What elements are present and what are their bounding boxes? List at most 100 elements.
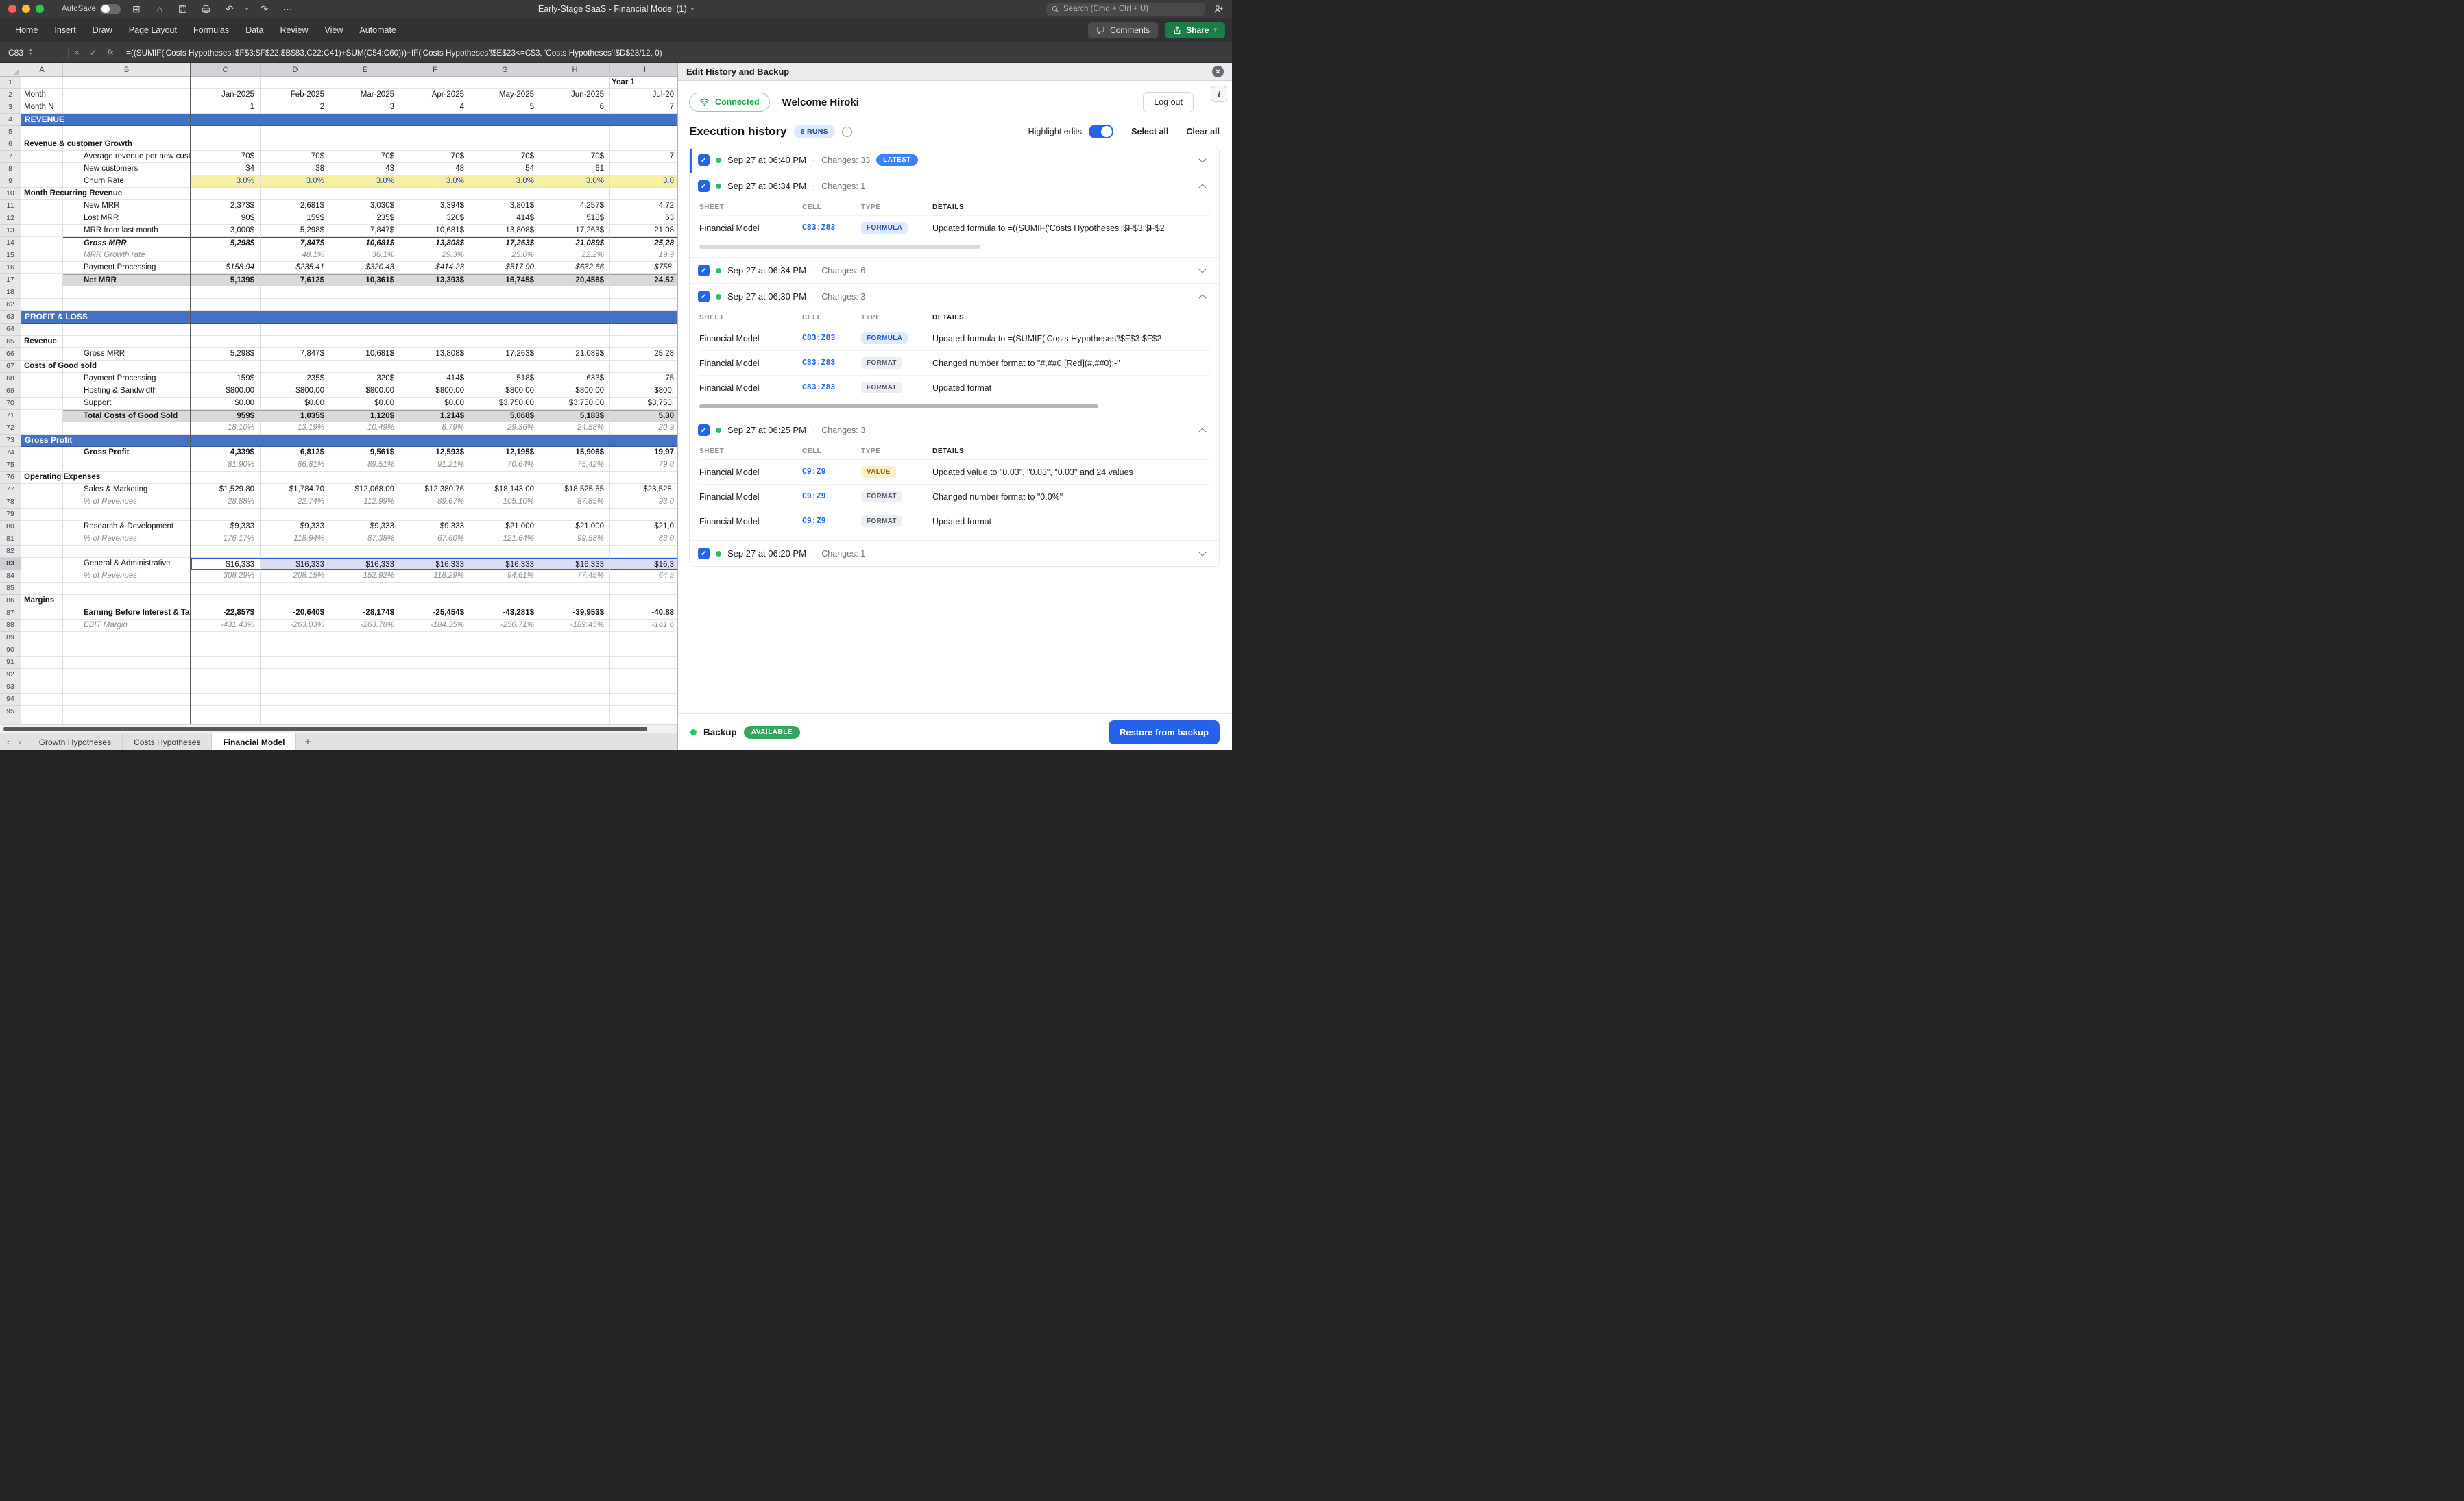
cell[interactable]: 12,195$ <box>470 447 540 459</box>
cell[interactable]: 75 <box>610 373 677 385</box>
cell[interactable] <box>21 200 63 212</box>
cell[interactable] <box>21 496 63 509</box>
run-checkbox[interactable]: ✓ <box>698 265 710 276</box>
cell[interactable] <box>21 718 63 724</box>
cell[interactable] <box>63 595 191 607</box>
sheet-nav-right-icon[interactable]: › <box>18 737 21 747</box>
cell[interactable]: 3,801$ <box>470 200 540 212</box>
cell[interactable] <box>21 681 63 694</box>
row-header-80[interactable]: 80 <box>0 521 21 533</box>
cell[interactable] <box>63 324 191 336</box>
cell[interactable] <box>21 274 63 286</box>
cell[interactable] <box>540 138 610 151</box>
cell[interactable]: 67.60% <box>400 533 470 546</box>
cell[interactable] <box>63 583 191 595</box>
cell[interactable]: 208.15% <box>261 570 330 583</box>
cell[interactable]: $3,750.00 <box>540 398 610 410</box>
cell[interactable]: 10,681$ <box>400 225 470 237</box>
cell[interactable] <box>400 324 470 336</box>
cell[interactable] <box>261 718 330 724</box>
cell[interactable]: $16,333 <box>191 558 261 570</box>
cell[interactable] <box>540 336 610 348</box>
cell[interactable] <box>21 373 63 385</box>
more-icon[interactable]: ⋯ <box>280 0 295 18</box>
cell[interactable]: 19.9 <box>610 249 677 262</box>
cell[interactable] <box>261 299 330 311</box>
cell[interactable]: $0.00 <box>330 398 400 410</box>
cell[interactable]: 118.29% <box>400 570 470 583</box>
cell[interactable]: Total Costs of Good Sold <box>63 410 191 422</box>
cell[interactable] <box>400 583 470 595</box>
document-title[interactable]: Early-Stage SaaS - Financial Model (1) ▾ <box>538 4 694 14</box>
column-header-d[interactable]: D <box>261 63 330 76</box>
save-icon[interactable] <box>176 5 191 14</box>
cell[interactable] <box>191 299 261 311</box>
cell[interactable]: Gross MRR <box>63 237 191 249</box>
column-header-c[interactable]: C <box>191 63 261 76</box>
cell[interactable]: Sales & Marketing <box>63 484 191 496</box>
cell[interactable] <box>261 669 330 681</box>
cell[interactable] <box>261 595 330 607</box>
cell[interactable]: $9,333 <box>261 521 330 533</box>
row-header-81[interactable]: 81 <box>0 533 21 546</box>
cell[interactable]: $414.23 <box>400 262 470 274</box>
entries-scrollbar[interactable] <box>699 245 980 249</box>
cell[interactable] <box>261 188 330 200</box>
cell[interactable]: Jan-2025 <box>191 89 261 101</box>
cell[interactable] <box>63 657 191 669</box>
cell[interactable]: 5,30 <box>610 410 677 422</box>
cell[interactable] <box>21 422 63 435</box>
cell[interactable]: $12,068.09 <box>330 484 400 496</box>
home-icon[interactable]: ⌂ <box>152 0 167 18</box>
cell[interactable] <box>610 632 677 644</box>
cell[interactable] <box>21 620 63 632</box>
run-row[interactable]: ✓Sep 27 at 06:40 PM·Changes: 33LATEST <box>690 147 1219 173</box>
cell[interactable]: 91.21% <box>400 459 470 472</box>
cell[interactable]: General & Administrative <box>63 558 191 570</box>
cell[interactable] <box>610 126 677 138</box>
row-header-82[interactable]: 82 <box>0 546 21 558</box>
collapse-run-icon[interactable] <box>1198 428 1206 435</box>
cell[interactable] <box>610 657 677 669</box>
cell[interactable]: 518$ <box>540 212 610 225</box>
section-band-profit-loss[interactable]: PROFIT & LOSS <box>21 311 677 324</box>
entry-cell-link[interactable]: C9:Z9 <box>802 467 861 476</box>
cell[interactable] <box>610 138 677 151</box>
cell[interactable]: 5,298$ <box>261 225 330 237</box>
cell[interactable]: 320$ <box>330 373 400 385</box>
run-checkbox[interactable]: ✓ <box>698 154 710 166</box>
cell[interactable]: 5,139$ <box>191 274 261 286</box>
cell[interactable]: 13,808$ <box>400 237 470 249</box>
ribbon-tab-data[interactable]: Data <box>237 18 271 42</box>
cell[interactable]: $9,333 <box>191 521 261 533</box>
ribbon-tab-insert[interactable]: Insert <box>46 18 84 42</box>
ribbon-tab-draw[interactable]: Draw <box>84 18 121 42</box>
cell[interactable] <box>330 644 400 657</box>
cell[interactable] <box>261 509 330 521</box>
cell[interactable] <box>21 607 63 620</box>
cell[interactable] <box>63 632 191 644</box>
cell[interactable]: -189.45% <box>540 620 610 632</box>
cell[interactable] <box>610 336 677 348</box>
cell[interactable]: 21,08 <box>610 225 677 237</box>
row-header-90[interactable]: 90 <box>0 644 21 657</box>
cell[interactable] <box>21 583 63 595</box>
cell[interactable] <box>21 632 63 644</box>
row-header-66[interactable]: 66 <box>0 348 21 361</box>
cell[interactable]: 3 <box>330 101 400 114</box>
cell[interactable] <box>261 706 330 718</box>
cell[interactable]: 70$ <box>261 151 330 163</box>
cell[interactable] <box>610 286 677 299</box>
row-header-69[interactable]: 69 <box>0 385 21 398</box>
row-header-9[interactable]: 9 <box>0 175 21 188</box>
cell[interactable] <box>261 126 330 138</box>
cell[interactable]: $632.66 <box>540 262 610 274</box>
cell[interactable]: 17,263$ <box>540 225 610 237</box>
cell[interactable] <box>191 718 261 724</box>
cell[interactable] <box>191 509 261 521</box>
cell[interactable] <box>540 595 610 607</box>
cell[interactable]: 89.51% <box>330 459 400 472</box>
cell[interactable]: 79.0 <box>610 459 677 472</box>
search-input[interactable]: Search (Cmd + Ctrl + U) <box>1046 3 1205 16</box>
cell[interactable]: 18.10% <box>191 422 261 435</box>
